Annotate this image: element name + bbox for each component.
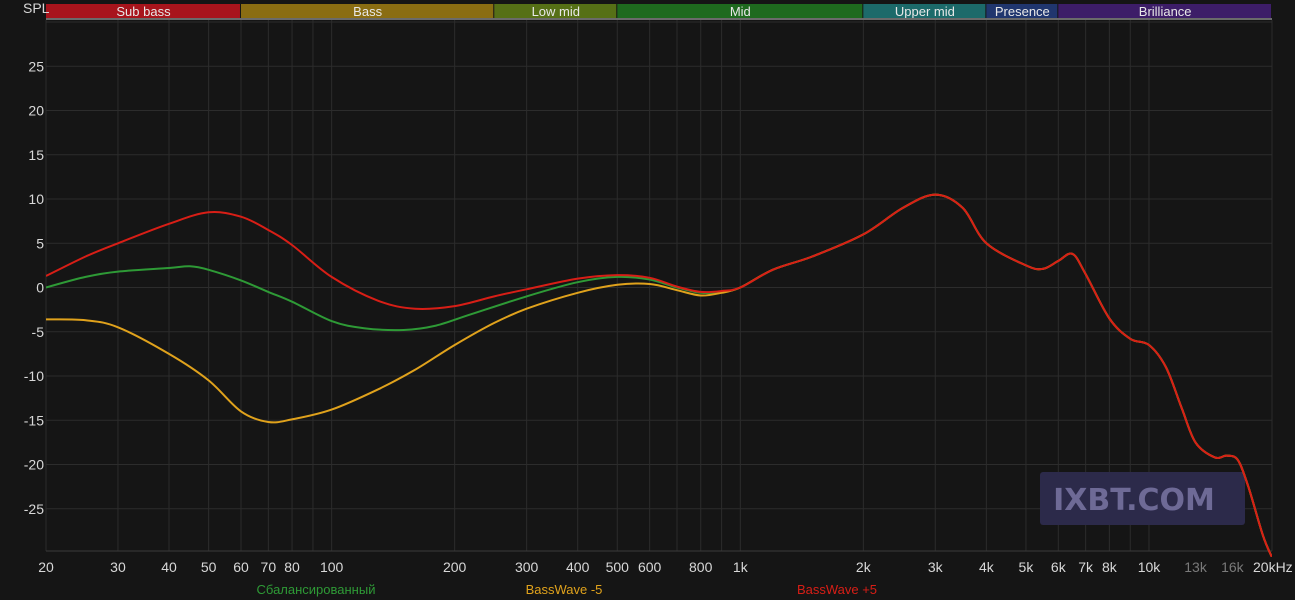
legend-entry: BassWave +5 — [797, 582, 877, 597]
x-tick-label: 5k — [1019, 559, 1035, 575]
x-tick-label: 7k — [1078, 559, 1094, 575]
x-tick-label: 2k — [856, 559, 872, 575]
frequency-bands: Sub bass Bass Low mid Mid Upper mid Presence B… — [46, 4, 1272, 20]
x-tick-label: 4k — [979, 559, 995, 575]
x-tick-label: 100 — [320, 559, 344, 575]
x-tick-label: 400 — [566, 559, 590, 575]
x-tick-label: 20kHz — [1253, 559, 1293, 575]
x-tick-label: 300 — [515, 559, 539, 575]
legend-entry: Сбалансированный — [257, 582, 376, 597]
y-tick-label: 10 — [28, 191, 44, 207]
watermark-text: IXBT.COM — [1053, 483, 1215, 518]
x-tick-label: 20 — [38, 559, 54, 575]
y-tick-label: 20 — [28, 103, 44, 119]
x-tick-label: 13k — [1184, 559, 1208, 575]
y-tick-label: -10 — [24, 368, 44, 384]
y-tick-label: 15 — [28, 147, 44, 163]
y-axis-label: SPL — [23, 0, 50, 16]
x-tick-label: 30 — [110, 559, 126, 575]
y-tick-label: 25 — [28, 58, 44, 74]
y-tick-label: -25 — [24, 501, 44, 517]
x-tick-label: 3k — [928, 559, 944, 575]
band-label: Bass — [353, 4, 382, 19]
band-label: Presence — [995, 4, 1050, 19]
x-tick-label: 16k — [1221, 559, 1245, 575]
x-tick-label: 200 — [443, 559, 467, 575]
x-tick-label: 500 — [606, 559, 630, 575]
band-label: Low mid — [532, 4, 580, 19]
y-tick-label: -20 — [24, 457, 44, 473]
y-tick-label: 0 — [36, 280, 44, 296]
watermark: IXBT.COM — [1040, 472, 1245, 525]
x-tick-label: 6k — [1051, 559, 1067, 575]
x-tick-label: 1k — [733, 559, 749, 575]
band-label: Upper mid — [895, 4, 955, 19]
x-tick-label: 800 — [689, 559, 713, 575]
y-tick-label: -5 — [32, 324, 45, 340]
band-label: Mid — [730, 4, 751, 19]
y-tick-label: -15 — [24, 412, 44, 428]
x-tick-label: 600 — [638, 559, 662, 575]
x-tick-label: 8k — [1102, 559, 1118, 575]
frequency-response-chart: Sub bass Bass Low mid Mid Upper mid Presence B… — [0, 0, 1295, 600]
band-label: Sub bass — [116, 4, 171, 19]
x-tick-label: 50 — [201, 559, 217, 575]
x-tick-label: 70 — [261, 559, 277, 575]
y-tick-label: 5 — [36, 235, 44, 251]
x-tick-label: 40 — [161, 559, 177, 575]
legend-entry: BassWave -5 — [526, 582, 603, 597]
band-underline — [46, 18, 1272, 20]
x-tick-label: 60 — [233, 559, 249, 575]
x-tick-label: 80 — [284, 559, 300, 575]
band-label: Brilliance — [1139, 4, 1192, 19]
x-tick-label: 10k — [1138, 559, 1162, 575]
